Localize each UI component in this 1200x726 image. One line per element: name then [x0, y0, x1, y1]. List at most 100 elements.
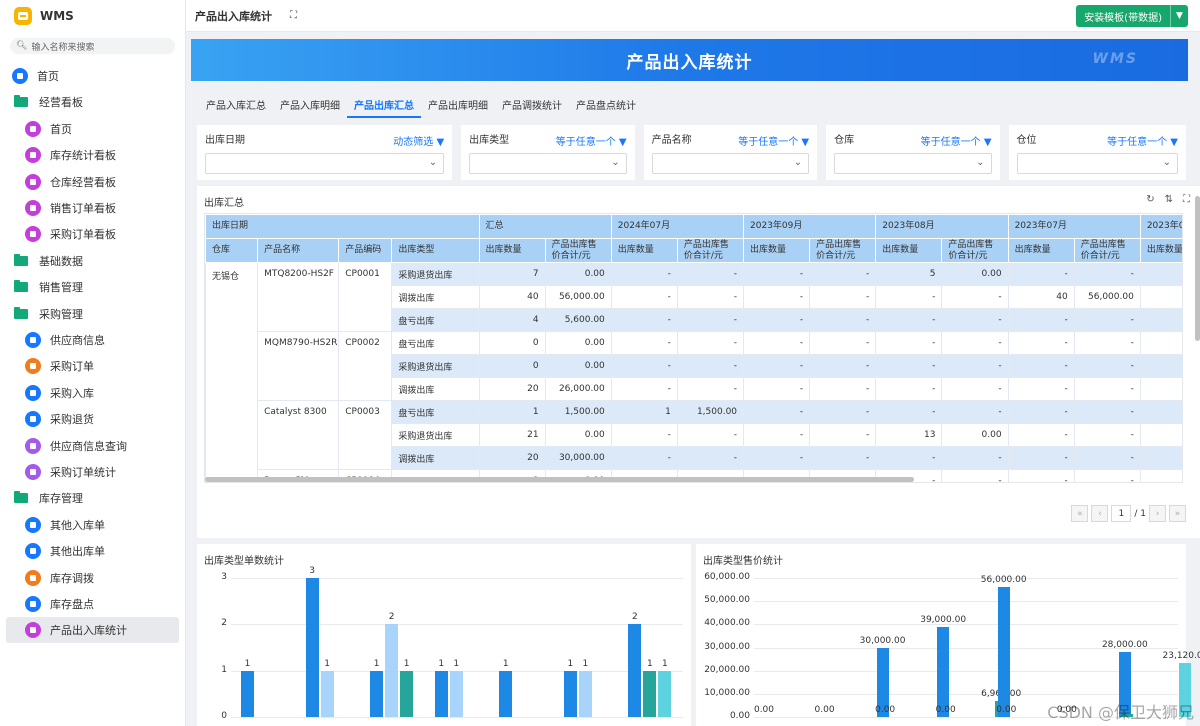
sidebar-item[interactable]: 采购订单统计 — [6, 459, 179, 485]
sidebar: WMS 🔍︎ 输入名称来搜索 首页 经营看板 首页 库存统计看板 仓库经营看板 销售订单看… — [0, 0, 186, 726]
chart-bar[interactable] — [305, 578, 319, 717]
table-cell: - — [809, 331, 877, 355]
table-header-cell: 出库类型 — [391, 238, 480, 263]
table-cell: 1,500.00 — [676, 400, 745, 424]
filter-3: 仓库 等于任意一个 ▼ ⌄ — [826, 125, 1000, 180]
sidebar-item[interactable]: 采购管理 — [6, 301, 179, 327]
sidebar-item[interactable]: 经营看板 — [6, 89, 179, 115]
horizontal-scrollbar[interactable] — [205, 477, 914, 482]
chart-bar[interactable] — [241, 670, 254, 717]
table-cell: - — [809, 400, 877, 424]
sidebar-item[interactable]: 采购订单 — [6, 353, 179, 379]
table-cell: - — [809, 354, 877, 378]
sort-icon[interactable]: ⇅ — [1165, 194, 1173, 205]
bar-value-label: 39,000.00 — [920, 614, 967, 625]
last-page-button[interactable]: » — [1169, 505, 1186, 522]
filter-select[interactable]: ⌄ — [205, 153, 445, 174]
report-tabs: 产品入库汇总 产品入库明细 产品出库汇总 产品出库明细 产品调拨统计 产品盘点统计 — [191, 90, 1188, 118]
chart-bar[interactable] — [434, 670, 448, 717]
sidebar-item[interactable]: 库存管理 — [6, 485, 179, 511]
sidebar-item[interactable]: 其他出库单 — [6, 538, 179, 564]
refresh-icon[interactable]: ↻ — [1146, 194, 1154, 205]
chevron-down-icon[interactable]: ▼ — [1170, 5, 1188, 27]
filter-select[interactable]: ⌄ — [1016, 153, 1178, 174]
list-icon — [25, 384, 41, 401]
summary-card: 出库汇总 ↻ ⇅ ⛶ 出库日期 汇总 2024年07月 2023年09月 2023年08… — [197, 186, 1200, 538]
report-tab[interactable]: 产品出库明细 — [421, 90, 495, 118]
table-cell: - — [1139, 400, 1182, 424]
fullscreen-icon[interactable]: ⛶ — [290, 10, 297, 21]
table-cell: 采购退货出库 — [391, 354, 480, 378]
first-page-button[interactable]: « — [1071, 505, 1089, 522]
filter-select[interactable]: ⌄ — [469, 153, 627, 174]
app-logo: WMS — [0, 0, 185, 32]
chart-bar[interactable] — [449, 670, 463, 717]
table-cell: - — [809, 308, 877, 332]
install-template-label[interactable]: 安装模板(带数据) — [1076, 5, 1170, 27]
filter-select[interactable]: ⌄ — [834, 153, 992, 174]
report-tab[interactable]: 产品盘点统计 — [569, 90, 643, 118]
sidebar-item[interactable]: 其他入库单 — [6, 512, 179, 538]
sidebar-item[interactable]: 库存盘点 — [6, 591, 179, 617]
chart-bar[interactable] — [997, 587, 1010, 717]
table-header-cell: 2023年08月 — [875, 214, 1009, 239]
page-input[interactable]: 1 — [1111, 505, 1132, 522]
sidebar-item[interactable]: 采购入库 — [6, 380, 179, 406]
summary-table-wrap[interactable]: 出库日期 汇总 2024年07月 2023年09月 2023年08月 2023年07月 20… — [204, 213, 1183, 483]
sidebar-item[interactable]: 销售管理 — [6, 274, 179, 300]
sidebar-item[interactable]: 供应商信息 — [6, 327, 179, 353]
chart-bar[interactable] — [385, 624, 399, 717]
chart-bar[interactable] — [370, 670, 384, 717]
dashboard-icon — [25, 173, 41, 190]
table-cell: 调拨出库 — [391, 285, 480, 309]
filter-mode-dropdown[interactable]: 等于任意一个 ▼ — [556, 133, 627, 148]
filter-select[interactable]: ⌄ — [651, 153, 810, 174]
folder-icon — [14, 253, 28, 266]
sidebar-item[interactable]: 库存调拨 — [6, 565, 179, 591]
report-tab[interactable]: 产品入库明细 — [273, 90, 347, 118]
filter-mode-dropdown[interactable]: 等于任意一个 ▼ — [921, 133, 992, 148]
table-cell: - — [743, 423, 811, 447]
table-cell: 调拨出库 — [391, 446, 480, 470]
report-tab[interactable]: 产品出库汇总 — [347, 90, 421, 118]
report-tab[interactable]: 产品入库汇总 — [199, 90, 273, 118]
sidebar-item-label: 供应商信息 — [50, 334, 105, 347]
sidebar-item[interactable]: 首页 — [6, 116, 179, 142]
filter-mode-dropdown[interactable]: 动态筛选 ▼ — [393, 133, 444, 148]
chart-bar[interactable] — [937, 626, 950, 717]
sidebar-item[interactable]: 供应商信息查询 — [6, 433, 179, 459]
filter-mode-dropdown[interactable]: 等于任意一个 ▼ — [738, 133, 809, 148]
sidebar-item-label: 采购订单 — [50, 360, 94, 374]
chart-bar[interactable] — [499, 670, 513, 717]
sidebar-item[interactable]: 产品出入库统计 — [6, 617, 179, 644]
chart-bar[interactable] — [643, 670, 657, 717]
table-cell: - — [809, 262, 877, 286]
chart-bar[interactable] — [578, 670, 592, 717]
table-cell: - — [875, 354, 943, 378]
table-cell: 21 — [478, 423, 546, 447]
install-template-button[interactable]: 安装模板(带数据) ▼ — [1076, 5, 1188, 27]
sidebar-item[interactable]: 首页 — [6, 63, 179, 89]
menu-search-input[interactable]: 🔍︎ 输入名称来搜索 — [10, 38, 175, 54]
page-scrollbar[interactable] — [1195, 196, 1200, 341]
sidebar-item[interactable]: 库存统计看板 — [6, 142, 179, 168]
prev-page-button[interactable]: ‹ — [1091, 505, 1109, 522]
filter-mode-dropdown[interactable]: 等于任意一个 ▼ — [1107, 133, 1178, 148]
sidebar-item[interactable]: 采购订单看板 — [6, 221, 179, 247]
fullscreen-icon[interactable]: ⛶ — [1183, 194, 1190, 205]
sidebar-item[interactable]: 仓库经营看板 — [6, 169, 179, 195]
bar-value-label: 3 — [309, 566, 315, 576]
sidebar-item[interactable]: 采购退货 — [6, 406, 179, 432]
table-cell: 4 — [478, 308, 546, 332]
chart-bar[interactable] — [400, 670, 414, 717]
chart-bar[interactable] — [320, 670, 334, 717]
sidebar-item[interactable]: 基础数据 — [6, 248, 179, 274]
next-page-button[interactable]: › — [1149, 505, 1166, 522]
chart-bar[interactable] — [628, 624, 642, 717]
table-row: Catalyst 8300 CP0003 盘亏出库 1 1,500.00 1 1,500.0… — [206, 400, 1182, 470]
report-tab[interactable]: 产品调拨统计 — [495, 90, 569, 118]
chart-bar[interactable] — [658, 670, 672, 717]
chart-bar[interactable] — [563, 670, 577, 717]
product-name-cell: MQM8790-HS2R — [257, 331, 340, 401]
sidebar-item[interactable]: 销售订单看板 — [6, 195, 179, 221]
